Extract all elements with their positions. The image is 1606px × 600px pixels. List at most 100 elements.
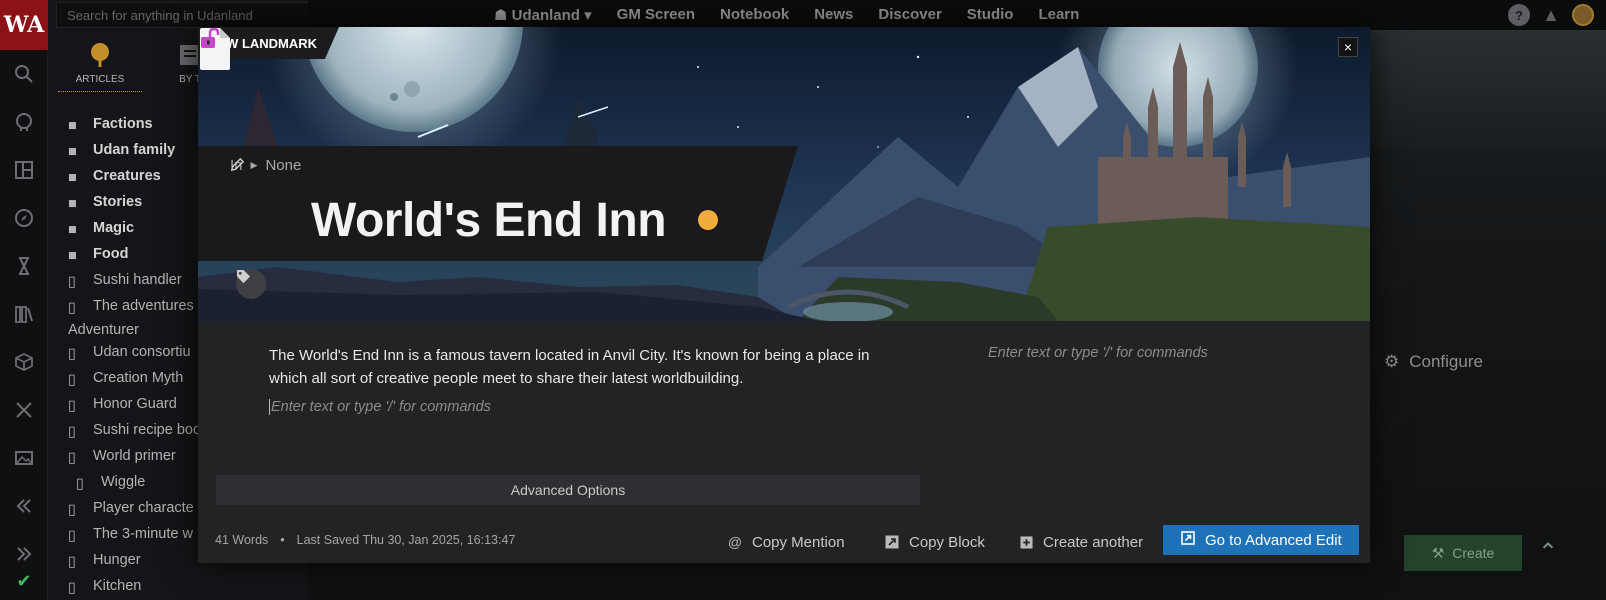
compass-icon[interactable]	[0, 194, 48, 242]
article-label: The adventures	[93, 298, 194, 314]
file-icon: ▯	[68, 528, 76, 544]
world-icon: ☗	[494, 7, 512, 24]
save-status: 41 Words • Last Saved Thu 30, Jan 2025, …	[215, 533, 515, 547]
cube-icon[interactable]	[0, 338, 48, 386]
folder-label: Creatures	[93, 168, 161, 184]
content-editor[interactable]: The World's End Inn is a famous tavern l…	[269, 344, 899, 415]
file-icon: ▯	[68, 300, 76, 316]
modal-footer: 41 Words • Last Saved Thu 30, Jan 2025, …	[198, 523, 1370, 563]
new-landmark-modal: NEW LANDMARK × In ▶ None World's End Inn…	[198, 27, 1370, 563]
content-paragraph[interactable]: The World's End Inn is a famous tavern l…	[269, 344, 899, 390]
chevron-down-icon: ▾	[579, 7, 592, 24]
nav-learn[interactable]: Learn	[1038, 6, 1079, 24]
books-icon[interactable]	[0, 290, 48, 338]
nav-discover[interactable]: Discover	[878, 6, 941, 24]
create-another-button[interactable]: Create another	[1018, 527, 1143, 557]
tab-articles[interactable]: ARTICLES	[58, 42, 142, 92]
article-label: Honor Guard	[93, 396, 177, 412]
article-label: Hunger	[93, 552, 141, 568]
article-label: Creation Myth	[93, 370, 184, 386]
brain-icon[interactable]	[0, 98, 48, 146]
article-label: Wiggle	[101, 474, 146, 490]
nav-gm-screen[interactable]: GM Screen	[617, 6, 695, 24]
tag-button[interactable]	[236, 269, 266, 299]
unlock-icon[interactable]	[198, 27, 220, 49]
world-name: Udanland	[511, 7, 580, 24]
advanced-options-toggle[interactable]: Advanced Options	[216, 475, 920, 505]
folder-label: Magic	[93, 220, 135, 236]
folder-icon: ■	[68, 248, 77, 264]
configure-label: Configure	[1409, 352, 1483, 371]
article-label: Player characte	[93, 500, 194, 516]
layout-icon[interactable]	[0, 146, 48, 194]
copy-block-button[interactable]: Copy Block	[884, 527, 985, 557]
folder-icon: ■	[68, 144, 77, 160]
file-icon: ▯	[68, 554, 76, 570]
copy-mention-button[interactable]: @ Copy Mention	[727, 527, 845, 557]
background-banner	[1370, 30, 1606, 150]
article-label: Sushi handler	[93, 272, 182, 288]
scroll-top-icon[interactable]: ⌃	[1538, 538, 1558, 567]
article-label: Kitchen	[93, 578, 142, 594]
collapse-icon[interactable]	[0, 482, 48, 530]
editor-placeholder[interactable]: Enter text or type '/' for commands	[269, 399, 899, 415]
file-icon: ▯	[68, 450, 76, 466]
hourglass-icon[interactable]	[0, 242, 48, 290]
check-icon: ✔	[16, 571, 32, 591]
file-icon: ▯	[68, 502, 76, 518]
bell-icon[interactable]: ▲	[1540, 4, 1562, 26]
nav-links: ☗ Udanland ▾ GM Screen Notebook News Dis…	[494, 6, 1079, 24]
article-label: World primer	[93, 448, 176, 464]
search-icon[interactable]	[0, 50, 48, 98]
help-icon[interactable]: ?	[1508, 4, 1530, 26]
article-title[interactable]: World's End Inn	[311, 193, 667, 248]
share-square-icon	[884, 534, 900, 550]
avatar[interactable]	[1572, 4, 1594, 26]
parent-selector[interactable]: None	[265, 157, 301, 174]
tag-icon	[236, 269, 251, 284]
image-icon[interactable]	[0, 434, 48, 482]
hero-banner: NEW LANDMARK × In ▶ None World's End Inn	[198, 27, 1370, 321]
world-selector[interactable]: ☗ Udanland ▾	[494, 6, 592, 24]
caret-right-icon: ▶	[250, 160, 258, 170]
article-item[interactable]: ▯ Kitchen	[68, 576, 308, 600]
close-button[interactable]: ×	[1338, 37, 1358, 57]
gear-icon: ⚙	[1384, 352, 1400, 371]
folder-icon: ■	[68, 196, 77, 212]
last-saved: Last Saved Thu 30, Jan 2025, 16:13:47	[296, 533, 516, 547]
word-count: 41 Words	[215, 533, 269, 547]
file-icon: ▯	[68, 372, 76, 388]
sidebar-editor-placeholder[interactable]: Enter text or type '/' for commands	[988, 345, 1208, 361]
external-link-icon	[1181, 531, 1195, 549]
configure-button[interactable]: ⚙ Configure	[1384, 352, 1483, 372]
folder-icon: ■	[68, 222, 77, 238]
article-label: Sushi recipe boo	[93, 422, 202, 438]
copy-block-label: Copy Block	[909, 533, 985, 551]
breadcrumb: In ▶ None	[230, 157, 333, 174]
create-label: Create	[1452, 545, 1495, 561]
nav-news[interactable]: News	[814, 6, 853, 24]
advanced-edit-button[interactable]: Go to Advanced Edit	[1163, 525, 1359, 555]
swords-icon[interactable]	[0, 386, 48, 434]
file-icon: ▯	[68, 398, 76, 414]
at-icon: @	[727, 534, 743, 550]
folder-label: Stories	[93, 194, 143, 210]
folder-label: Factions	[93, 116, 153, 132]
article-label: Udan consortiu	[93, 344, 191, 360]
file-icon: ▯	[76, 476, 84, 492]
nav-studio[interactable]: Studio	[967, 6, 1014, 24]
folder-icon: ■	[68, 118, 77, 134]
icon-rail: WA ✔	[0, 0, 48, 600]
article-label: The 3-minute w	[93, 526, 193, 542]
app-logo[interactable]: WA	[0, 0, 48, 50]
tab-articles-label: ARTICLES	[75, 74, 125, 85]
hammer-icon: ⚒	[1431, 544, 1445, 561]
advanced-edit-label: Go to Advanced Edit	[1205, 531, 1342, 549]
create-button[interactable]: ⚒ Create	[1404, 535, 1522, 571]
file-icon: ▯	[68, 424, 76, 440]
file-icon: ▯	[68, 346, 76, 362]
tree-icon	[91, 43, 109, 67]
folder-icon: ■	[68, 170, 77, 186]
nav-notebook[interactable]: Notebook	[720, 6, 789, 24]
status-dot-icon[interactable]	[698, 210, 718, 230]
